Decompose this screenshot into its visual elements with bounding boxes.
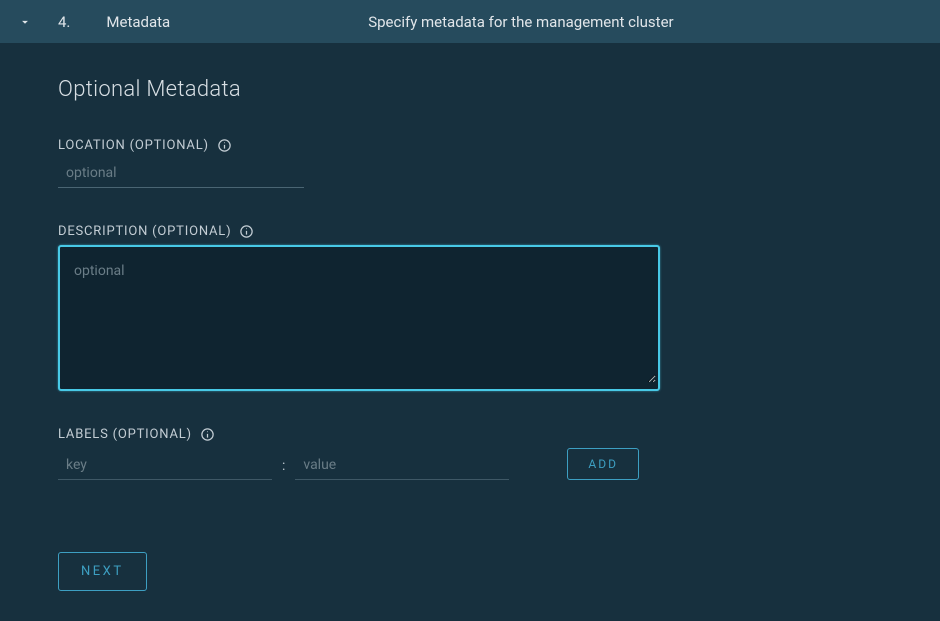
location-input[interactable] [58,159,304,188]
description-textarea-wrapper [58,245,660,391]
labels-label: LABELS (OPTIONAL) [58,427,192,442]
info-icon[interactable] [200,427,215,442]
labels-input-row: : ADD [58,448,882,480]
step-description: Specify metadata for the management clus… [368,13,673,31]
location-field-group: LOCATION (OPTIONAL) [58,138,882,188]
kv-separator: : [282,458,285,480]
label-value-input[interactable] [295,451,509,480]
step-name: Metadata [106,13,170,31]
label-key-input[interactable] [58,451,272,480]
description-label: DESCRIPTION (OPTIONAL) [58,224,231,239]
add-label-button[interactable]: ADD [567,448,639,480]
location-label-row: LOCATION (OPTIONAL) [58,138,882,153]
info-icon[interactable] [239,224,254,239]
info-icon[interactable] [217,138,232,153]
description-field-group: DESCRIPTION (OPTIONAL) [58,224,882,391]
description-textarea[interactable] [62,249,656,383]
section-title: Optional Metadata [58,77,882,102]
next-button[interactable]: NEXT [58,552,147,591]
chevron-down-icon[interactable] [18,15,32,29]
step-number: 4. [58,13,70,31]
content-area: Optional Metadata LOCATION (OPTIONAL) DE… [0,43,940,621]
labels-label-row: LABELS (OPTIONAL) [58,427,882,442]
wizard-step-header: 4. Metadata Specify metadata for the man… [0,0,940,43]
location-label: LOCATION (OPTIONAL) [58,138,209,153]
description-label-row: DESCRIPTION (OPTIONAL) [58,224,882,239]
labels-field-group: LABELS (OPTIONAL) : ADD [58,427,882,480]
